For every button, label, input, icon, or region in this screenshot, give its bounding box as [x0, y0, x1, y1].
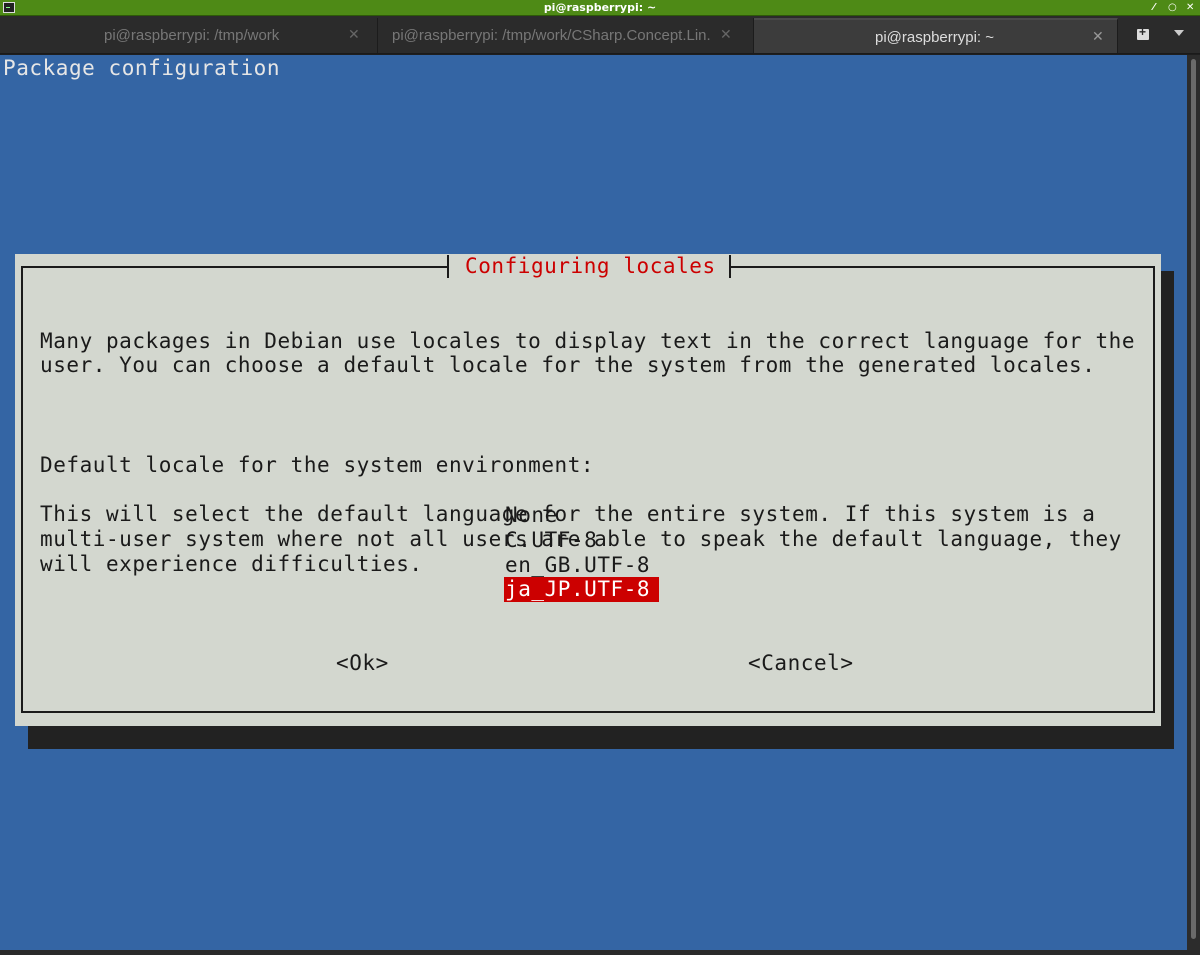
window-bottom-border: [0, 950, 1200, 955]
tab-bar: pi@raspberrypi: /tmp/work ✕ pi@raspberry…: [0, 16, 1200, 54]
configuring-locales-dialog: Configuring locales Many packages in Deb…: [15, 254, 1161, 726]
tab-csharp-concept[interactable]: pi@raspberrypi: /tmp/work/CSharp.Concept…: [378, 18, 754, 53]
tab-label: pi@raspberrypi: ~: [875, 29, 995, 46]
close-window-button[interactable]: ✕: [1186, 0, 1194, 16]
locale-option-en-gb-utf8[interactable]: en_GB.UTF-8: [504, 553, 659, 578]
new-tab-icon[interactable]: [1128, 24, 1158, 48]
ok-button[interactable]: <Ok>: [336, 651, 389, 675]
maximize-button[interactable]: ○: [1168, 0, 1177, 16]
tab-close-icon[interactable]: ✕: [720, 26, 732, 43]
locale-option-c-utf8[interactable]: C.UTF-8: [504, 528, 659, 553]
description-paragraph-1: Many packages in Debian use locales to d…: [40, 328, 1136, 378]
default-locale-prompt: Default locale for the system environmen…: [40, 453, 595, 477]
tab-close-icon[interactable]: ✕: [1092, 28, 1104, 45]
terminal-scrollbar[interactable]: [1187, 55, 1200, 950]
dialog-frame-top-left: [21, 266, 447, 268]
locale-list[interactable]: None C.UTF-8 en_GB.UTF-8 ja_JP.UTF-8: [504, 503, 659, 603]
window-titlebar: pi@raspberrypi: ~ ⁄ ○ ✕: [0, 0, 1200, 16]
dialog-frame-top-right: [731, 266, 1155, 268]
title-frame-left-tick: [447, 255, 449, 278]
dialog-title: Configuring locales: [465, 254, 716, 278]
window-title: pi@raspberrypi: ~: [543, 1, 657, 14]
title-frame-right-tick: [729, 255, 731, 278]
locale-option-ja-jp-utf8[interactable]: ja_JP.UTF-8: [504, 577, 659, 603]
minimize-button[interactable]: ⁄: [1150, 0, 1158, 16]
scrollbar-thumb[interactable]: [1191, 59, 1196, 939]
tab-close-icon[interactable]: ✕: [348, 26, 360, 43]
locale-option-none[interactable]: None: [504, 503, 659, 528]
tab-home[interactable]: pi@raspberrypi: ~ ✕: [754, 18, 1118, 53]
tab-menu-chevron-down-icon[interactable]: [1172, 26, 1186, 40]
tab-label: pi@raspberrypi: /tmp/work/CSharp.Concept…: [392, 27, 710, 44]
terminal-view[interactable]: Package configuration Configuring locale…: [0, 55, 1187, 950]
tab-tmp-work[interactable]: pi@raspberrypi: /tmp/work ✕: [0, 18, 378, 53]
package-configuration-header: Package configuration: [3, 56, 281, 80]
cancel-button[interactable]: <Cancel>: [748, 651, 854, 675]
tab-label: pi@raspberrypi: /tmp/work: [104, 27, 280, 44]
